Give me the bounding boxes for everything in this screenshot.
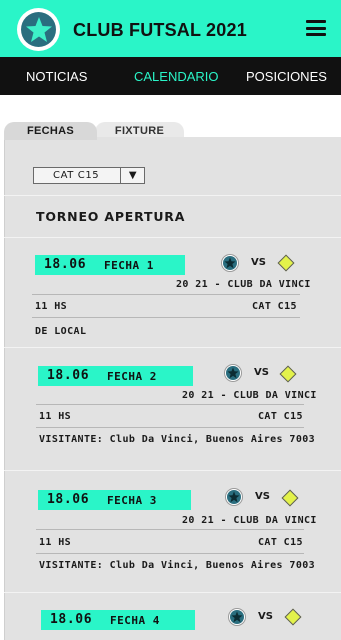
- divider: [32, 317, 300, 318]
- match-date: 18.06: [44, 257, 87, 272]
- vs-label: VS: [258, 611, 273, 622]
- divider: [4, 470, 341, 471]
- home-team-icon: [221, 254, 239, 272]
- match-fecha: FECHA 4: [110, 614, 160, 627]
- divider: [36, 553, 304, 554]
- match-fecha: FECHA 3: [107, 494, 157, 507]
- vs-label: VS: [255, 491, 270, 502]
- match-location: VISITANTE: Club Da Vinci, Buenos Aires 7…: [39, 560, 316, 571]
- match-location: DE LOCAL: [35, 326, 87, 337]
- match-time: 11 HS: [39, 411, 72, 422]
- home-team-icon: [224, 364, 242, 382]
- divider: [36, 427, 304, 428]
- match-category: CAT C15: [258, 411, 303, 422]
- match-date: 18.06: [47, 492, 90, 507]
- tournament-title: TORNEO APERTURA: [36, 209, 186, 224]
- match-category: CAT C15: [258, 537, 303, 548]
- date-bar: 18.06 FECHA 1: [35, 255, 185, 275]
- category-select[interactable]: CAT C15 ▼: [33, 167, 145, 184]
- divider: [4, 592, 341, 593]
- divider: [32, 294, 300, 295]
- match-time: 11 HS: [35, 301, 68, 312]
- vs-label: VS: [254, 367, 269, 378]
- match-fecha: FECHA 2: [107, 370, 157, 383]
- tab-fechas[interactable]: FECHAS: [4, 122, 97, 140]
- divider: [4, 195, 341, 196]
- match-time: 11 HS: [39, 537, 72, 548]
- divider: [4, 347, 341, 348]
- date-bar: 18.06 FECHA 3: [38, 490, 191, 510]
- home-team-icon: [228, 608, 246, 626]
- divider: [36, 404, 304, 405]
- divider: [4, 237, 341, 238]
- home-team-icon: [225, 488, 243, 506]
- match-teams: 20 21 - CLUB DA VINCI: [182, 515, 317, 526]
- chevron-down-icon[interactable]: ▼: [120, 168, 145, 183]
- match-date: 18.06: [47, 368, 90, 383]
- divider: [36, 529, 304, 530]
- match-card[interactable]: 18.06 FECHA 4 VS: [0, 0, 341, 630]
- match-date: 18.06: [50, 612, 93, 627]
- vs-label: VS: [251, 257, 266, 268]
- match-category: CAT C15: [252, 301, 297, 312]
- match-teams: 20 21 - CLUB DA VINCI: [176, 279, 311, 290]
- date-bar: 18.06 FECHA 4: [41, 610, 195, 630]
- match-fecha: FECHA 1: [104, 259, 154, 272]
- match-location: VISITANTE: Club Da Vinci, Buenos Aires 7…: [39, 434, 316, 445]
- category-select-value: CAT C15: [53, 170, 100, 181]
- date-bar: 18.06 FECHA 2: [38, 366, 193, 386]
- match-teams: 20 21 - CLUB DA VINCI: [182, 390, 317, 401]
